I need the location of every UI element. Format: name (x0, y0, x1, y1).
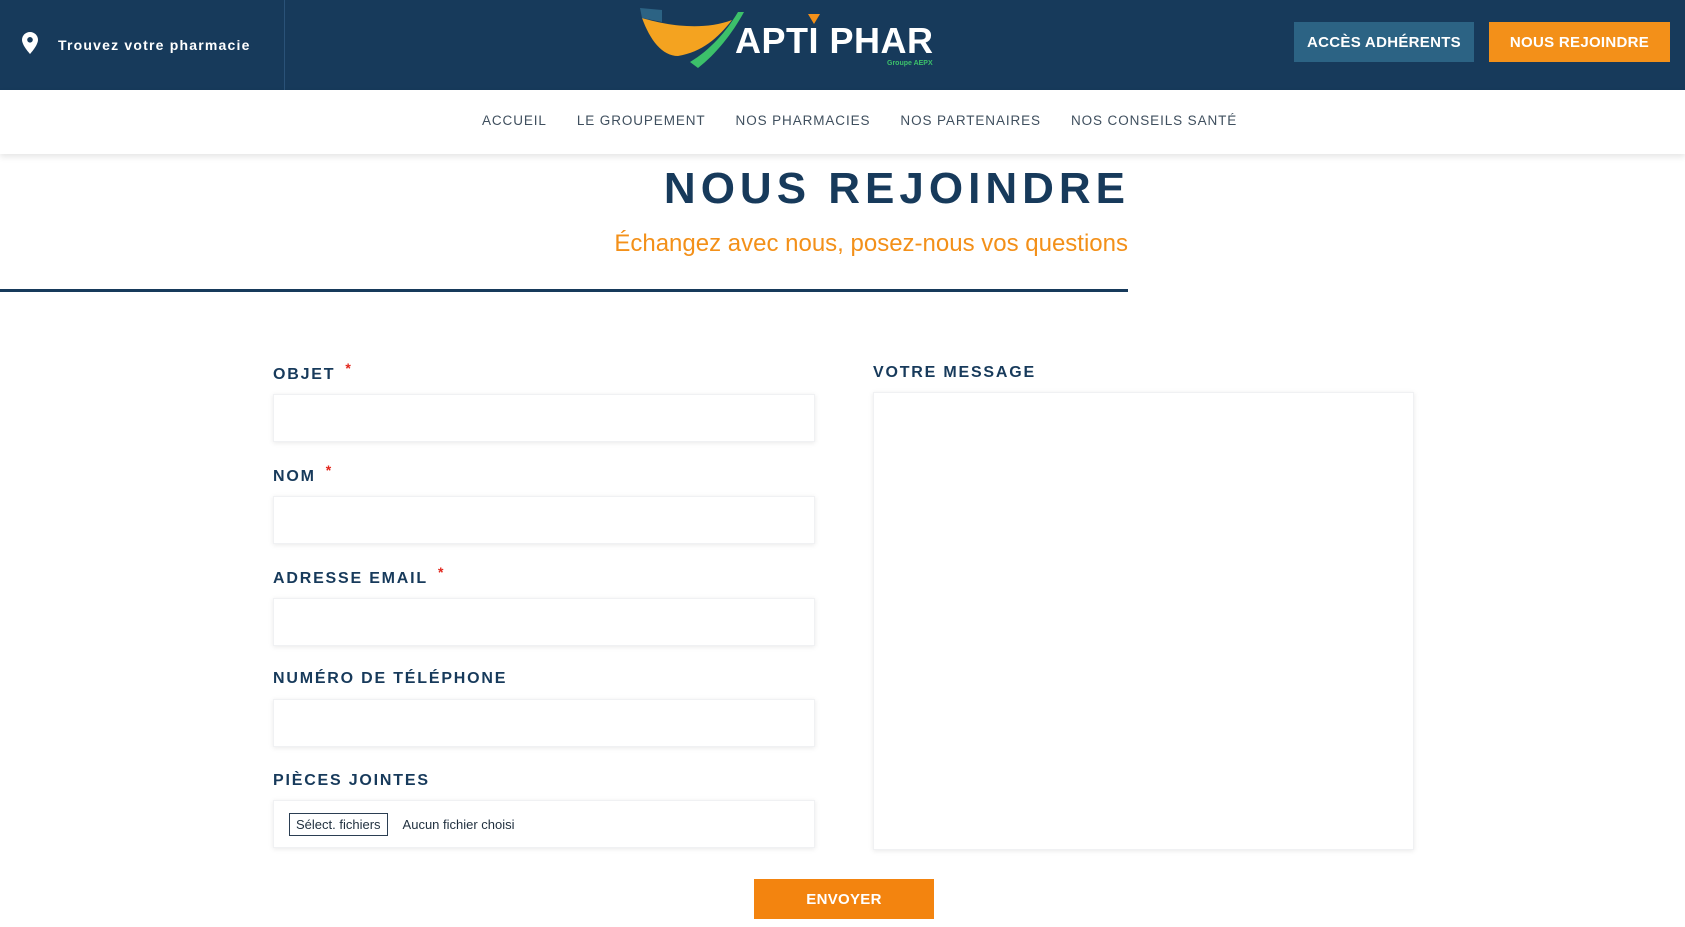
nav-item-groupement[interactable]: LE GROUPEMENT (577, 113, 706, 128)
attachments-label: PIÈCES JOINTES (273, 772, 430, 790)
main-nav: ACCUEIL LE GROUPEMENT NOS PHARMACIES NOS… (0, 90, 1685, 154)
objet-field[interactable] (273, 394, 815, 442)
message-label: VOTRE MESSAGE (873, 364, 1036, 382)
nav-item-accueil[interactable]: ACCUEIL (482, 113, 547, 128)
page-title: NOUS REJOINDRE (663, 164, 1130, 213)
member-access-button[interactable]: ACCÈS ADHÉRENTS (1294, 22, 1474, 62)
page-subtitle: Échangez avec nous, posez-nous vos quest… (614, 230, 1128, 257)
objet-input[interactable] (274, 395, 814, 441)
nav-item-conseils-sante[interactable]: NOS CONSEILS SANTÉ (1071, 113, 1237, 128)
select-files-button[interactable]: Sélect. fichiers (289, 812, 388, 836)
nav-menu: ACCUEIL LE GROUPEMENT NOS PHARMACIES NOS… (482, 113, 1237, 128)
find-pharmacy-label: Trouvez votre pharmacie (58, 37, 251, 53)
logo-swoosh-icon (640, 8, 744, 68)
required-marker: * (437, 564, 444, 580)
top-header: Trouvez votre pharmacie APTI PHAR Groupe… (0, 0, 1685, 90)
phone-input[interactable] (274, 700, 814, 746)
nom-input[interactable] (274, 497, 814, 543)
find-pharmacy-link[interactable]: Trouvez votre pharmacie (0, 0, 285, 90)
objet-label-text: OBJET (273, 366, 336, 383)
message-label-text: VOTRE MESSAGE (873, 364, 1036, 381)
file-status-text: Aucun fichier choisi (402, 816, 515, 832)
attachments-field: Sélect. fichiers Aucun fichier choisi (273, 800, 815, 848)
nav-item-pharmacies[interactable]: NOS PHARMACIES (736, 113, 871, 128)
attachments-label-text: PIÈCES JOINTES (273, 772, 430, 789)
message-field[interactable] (873, 392, 1414, 850)
nom-label: NOM * (273, 462, 331, 486)
location-pin-icon (22, 31, 38, 59)
email-input[interactable] (274, 599, 814, 645)
required-marker: * (325, 462, 332, 478)
message-textarea[interactable] (874, 393, 1413, 849)
aptiphar-logo[interactable]: APTI PHAR Groupe AEPX (640, 6, 950, 76)
logo-subtext: Groupe AEPX (887, 60, 933, 67)
objet-label: OBJET * (273, 360, 351, 384)
phone-field[interactable] (273, 699, 815, 747)
join-us-button[interactable]: NOUS REJOINDRE (1489, 22, 1670, 62)
required-marker: * (345, 360, 351, 376)
submit-button[interactable]: ENVOYER (754, 879, 934, 919)
email-label-text: ADRESSE EMAIL (273, 570, 428, 587)
email-label: ADRESSE EMAIL * (273, 564, 443, 588)
nom-field[interactable] (273, 496, 815, 544)
phone-label: NUMÉRO DE TÉLÉPHONE (273, 670, 507, 688)
logo-text: APTI PHAR (735, 20, 934, 61)
nom-label-text: NOM (273, 468, 316, 485)
title-divider (0, 289, 1128, 292)
phone-label-text: NUMÉRO DE TÉLÉPHONE (273, 670, 508, 687)
nav-item-partenaires[interactable]: NOS PARTENAIRES (900, 113, 1041, 128)
email-field[interactable] (273, 598, 815, 646)
